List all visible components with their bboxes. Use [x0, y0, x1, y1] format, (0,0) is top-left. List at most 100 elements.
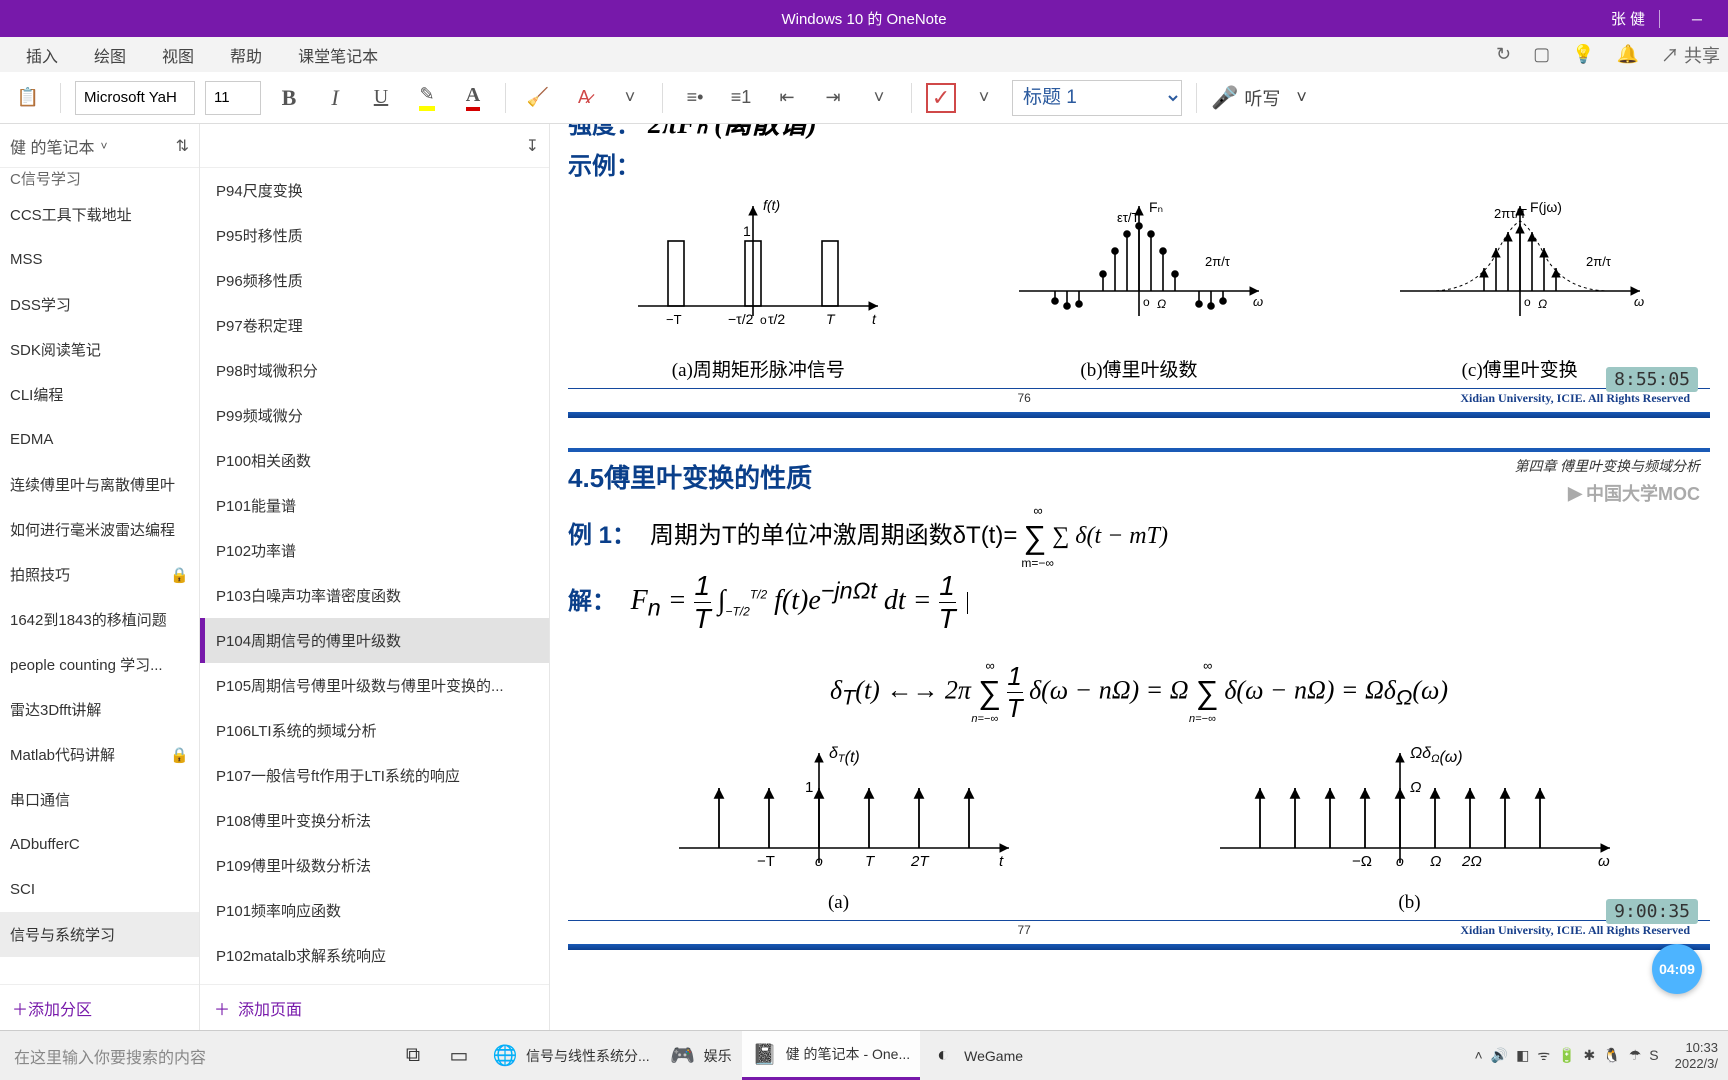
page-item[interactable]: P104周期信号的傅里叶级数: [200, 618, 549, 663]
svg-text:Ω: Ω: [1157, 297, 1166, 311]
fullscreen-icon[interactable]: ▢: [1533, 44, 1550, 65]
lightbulb-icon[interactable]: 💡: [1572, 44, 1594, 65]
page-item[interactable]: P106LTI系统的频域分析: [200, 708, 549, 753]
section-item[interactable]: 连续傅里叶与离散傅里叶: [0, 462, 199, 507]
section-item[interactable]: MSS: [0, 237, 199, 282]
slide2-chapter: 第四章 傅里叶变换与频域分析: [1515, 456, 1701, 476]
tray-icon[interactable]: ˄: [1474, 1047, 1482, 1063]
tray-icon[interactable]: 🔊: [1491, 1047, 1508, 1063]
section-item[interactable]: DSS学习: [0, 282, 199, 327]
taskbar-search[interactable]: 在这里输入你要搜索的内容: [0, 1031, 390, 1080]
format-painter-button[interactable]: A̷: [566, 80, 602, 116]
taskbar-app[interactable]: 🌐信号与线性系统分...: [482, 1031, 660, 1080]
section-item[interactable]: 如何进行毫米波雷达编程: [0, 507, 199, 552]
svg-text:1: 1: [805, 779, 813, 796]
page-item[interactable]: P99频域微分: [200, 393, 549, 438]
page-item[interactable]: P94尺度变换: [200, 168, 549, 213]
page-item[interactable]: P107一般信号ft作用于LTI系统的响应: [200, 753, 549, 798]
number-list-button[interactable]: ≡1: [723, 80, 759, 116]
pages-pane: ↧ P94尺度变换P95时移性质P96频移性质P97卷积定理P98时域微积分P9…: [200, 124, 550, 1030]
tray-icon[interactable]: 🔋: [1558, 1047, 1575, 1063]
bold-button[interactable]: B: [271, 80, 307, 116]
menu-classnotebook[interactable]: 课堂笔记本: [280, 37, 396, 72]
section-item[interactable]: Matlab代码讲解🔒: [0, 732, 199, 777]
add-page-button[interactable]: ＋添加页面: [200, 984, 549, 1030]
clipboard-button[interactable]: 📋: [10, 80, 46, 116]
taskbar-app[interactable]: ◐WeGame: [920, 1031, 1033, 1080]
section-item[interactable]: CLI编程: [0, 372, 199, 417]
page-item[interactable]: P95时移性质: [200, 213, 549, 258]
tag-dropdown[interactable]: ˅: [966, 80, 1002, 116]
taskbar-app[interactable]: 🎮娱乐: [660, 1031, 742, 1080]
section-item[interactable]: SDK阅读笔记: [0, 327, 199, 372]
font-family-input[interactable]: [75, 81, 195, 115]
section-item[interactable]: EDMA: [0, 417, 199, 462]
system-tray[interactable]: ˄ 🔊 ◧ ᯤ 🔋 ✱ 🐧 ☂ S 10:33 2022/3/: [1460, 1040, 1728, 1071]
page-item[interactable]: P103白噪声功率谱密度函数: [200, 573, 549, 618]
page-item[interactable]: P102matalb求解系统响应: [200, 933, 549, 978]
section-item[interactable]: 串口通信: [0, 777, 199, 822]
tray-icon[interactable]: ☂: [1629, 1047, 1642, 1063]
tray-icon[interactable]: 🐧: [1603, 1047, 1620, 1063]
sort-icon[interactable]: ⇅: [176, 136, 189, 156]
slide1-page-num: 76: [588, 391, 1460, 406]
todo-tag-button[interactable]: ✓: [926, 83, 956, 113]
style-select[interactable]: 标题 1: [1012, 80, 1182, 116]
font-size-input[interactable]: [205, 81, 261, 115]
note-canvas[interactable]: 强度： 2πFₙ (离散谱) 示例： f(t) 1: [550, 124, 1728, 1030]
tray-icon[interactable]: ᯤ: [1537, 1047, 1550, 1063]
outdent-button[interactable]: ⇤: [769, 80, 805, 116]
page-item[interactable]: P98时域微积分: [200, 348, 549, 393]
section-item[interactable]: C信号学习: [0, 168, 199, 192]
dictate-button[interactable]: 🎤 听写 ˅: [1211, 85, 1307, 111]
section-item[interactable]: people counting 学习...: [0, 642, 199, 687]
impulse-graph-a: δT(t) 1 −T o: [659, 738, 1019, 888]
svg-text:o: o: [1524, 295, 1531, 309]
tray-icon[interactable]: ✱: [1584, 1047, 1596, 1063]
bullet-list-button[interactable]: ≡•: [677, 80, 713, 116]
taskview-button[interactable]: ⧉: [390, 1031, 436, 1080]
section-item[interactable]: 信号与系统学习: [0, 912, 199, 957]
indent-button[interactable]: ⇥: [815, 80, 851, 116]
user-name[interactable]: 张 健: [1611, 8, 1645, 29]
page-item[interactable]: P97卷积定理: [200, 303, 549, 348]
italic-button[interactable]: I: [317, 80, 353, 116]
page-item[interactable]: P109傅里叶级数分析法: [200, 843, 549, 888]
tray-icon[interactable]: ◧: [1516, 1047, 1529, 1063]
section-item[interactable]: ADbufferC: [0, 822, 199, 867]
more-para-button[interactable]: ˅: [861, 80, 897, 116]
page-item[interactable]: P102功率谱: [200, 528, 549, 573]
menu-help[interactable]: 帮助: [212, 37, 280, 72]
minimize-button[interactable]: ─: [1674, 0, 1720, 37]
clear-format-button[interactable]: 🧹: [520, 80, 556, 116]
menu-insert[interactable]: 插入: [8, 37, 76, 72]
section-item[interactable]: 1642到1843的移植问题: [0, 597, 199, 642]
more-format-button[interactable]: ˅: [612, 80, 648, 116]
sort-pages-icon[interactable]: ↧: [526, 136, 539, 156]
share-button[interactable]: ↗ 共享: [1661, 42, 1720, 68]
section-item[interactable]: 拍照技巧🔒: [0, 552, 199, 597]
taskbar-app[interactable]: ▭: [436, 1031, 482, 1080]
tray-icon[interactable]: S: [1649, 1047, 1658, 1063]
page-item[interactable]: P96频移性质: [200, 258, 549, 303]
bell-icon[interactable]: 🔔: [1617, 44, 1639, 65]
section-item[interactable]: SCI: [0, 867, 199, 912]
highlight-button[interactable]: ✎: [409, 80, 445, 116]
notebook-selector[interactable]: 健 的笔记本 ˅ ⇅: [0, 124, 199, 168]
page-item[interactable]: P108傅里叶变换分析法: [200, 798, 549, 843]
floating-timer[interactable]: 04:09: [1652, 944, 1702, 994]
menu-draw[interactable]: 绘图: [76, 37, 144, 72]
section-item[interactable]: CCS工具下载地址: [0, 192, 199, 237]
taskbar-clock[interactable]: 10:33 2022/3/: [1675, 1040, 1718, 1071]
menu-view[interactable]: 视图: [144, 37, 212, 72]
section-item[interactable]: 雷达3Dfft讲解: [0, 687, 199, 732]
sync-icon[interactable]: ↻: [1496, 44, 1511, 65]
page-item[interactable]: P101频率响应函数: [200, 888, 549, 933]
page-item[interactable]: P105周期信号傅里叶级数与傅里叶变换的...: [200, 663, 549, 708]
underline-button[interactable]: U: [363, 80, 399, 116]
page-item[interactable]: P100相关函数: [200, 438, 549, 483]
add-section-button[interactable]: ＋ 添加分区: [0, 984, 199, 1030]
font-color-button[interactable]: A: [455, 80, 491, 116]
taskbar-app[interactable]: 📓健 的笔记本 - One...: [742, 1031, 920, 1080]
page-item[interactable]: P101能量谱: [200, 483, 549, 528]
